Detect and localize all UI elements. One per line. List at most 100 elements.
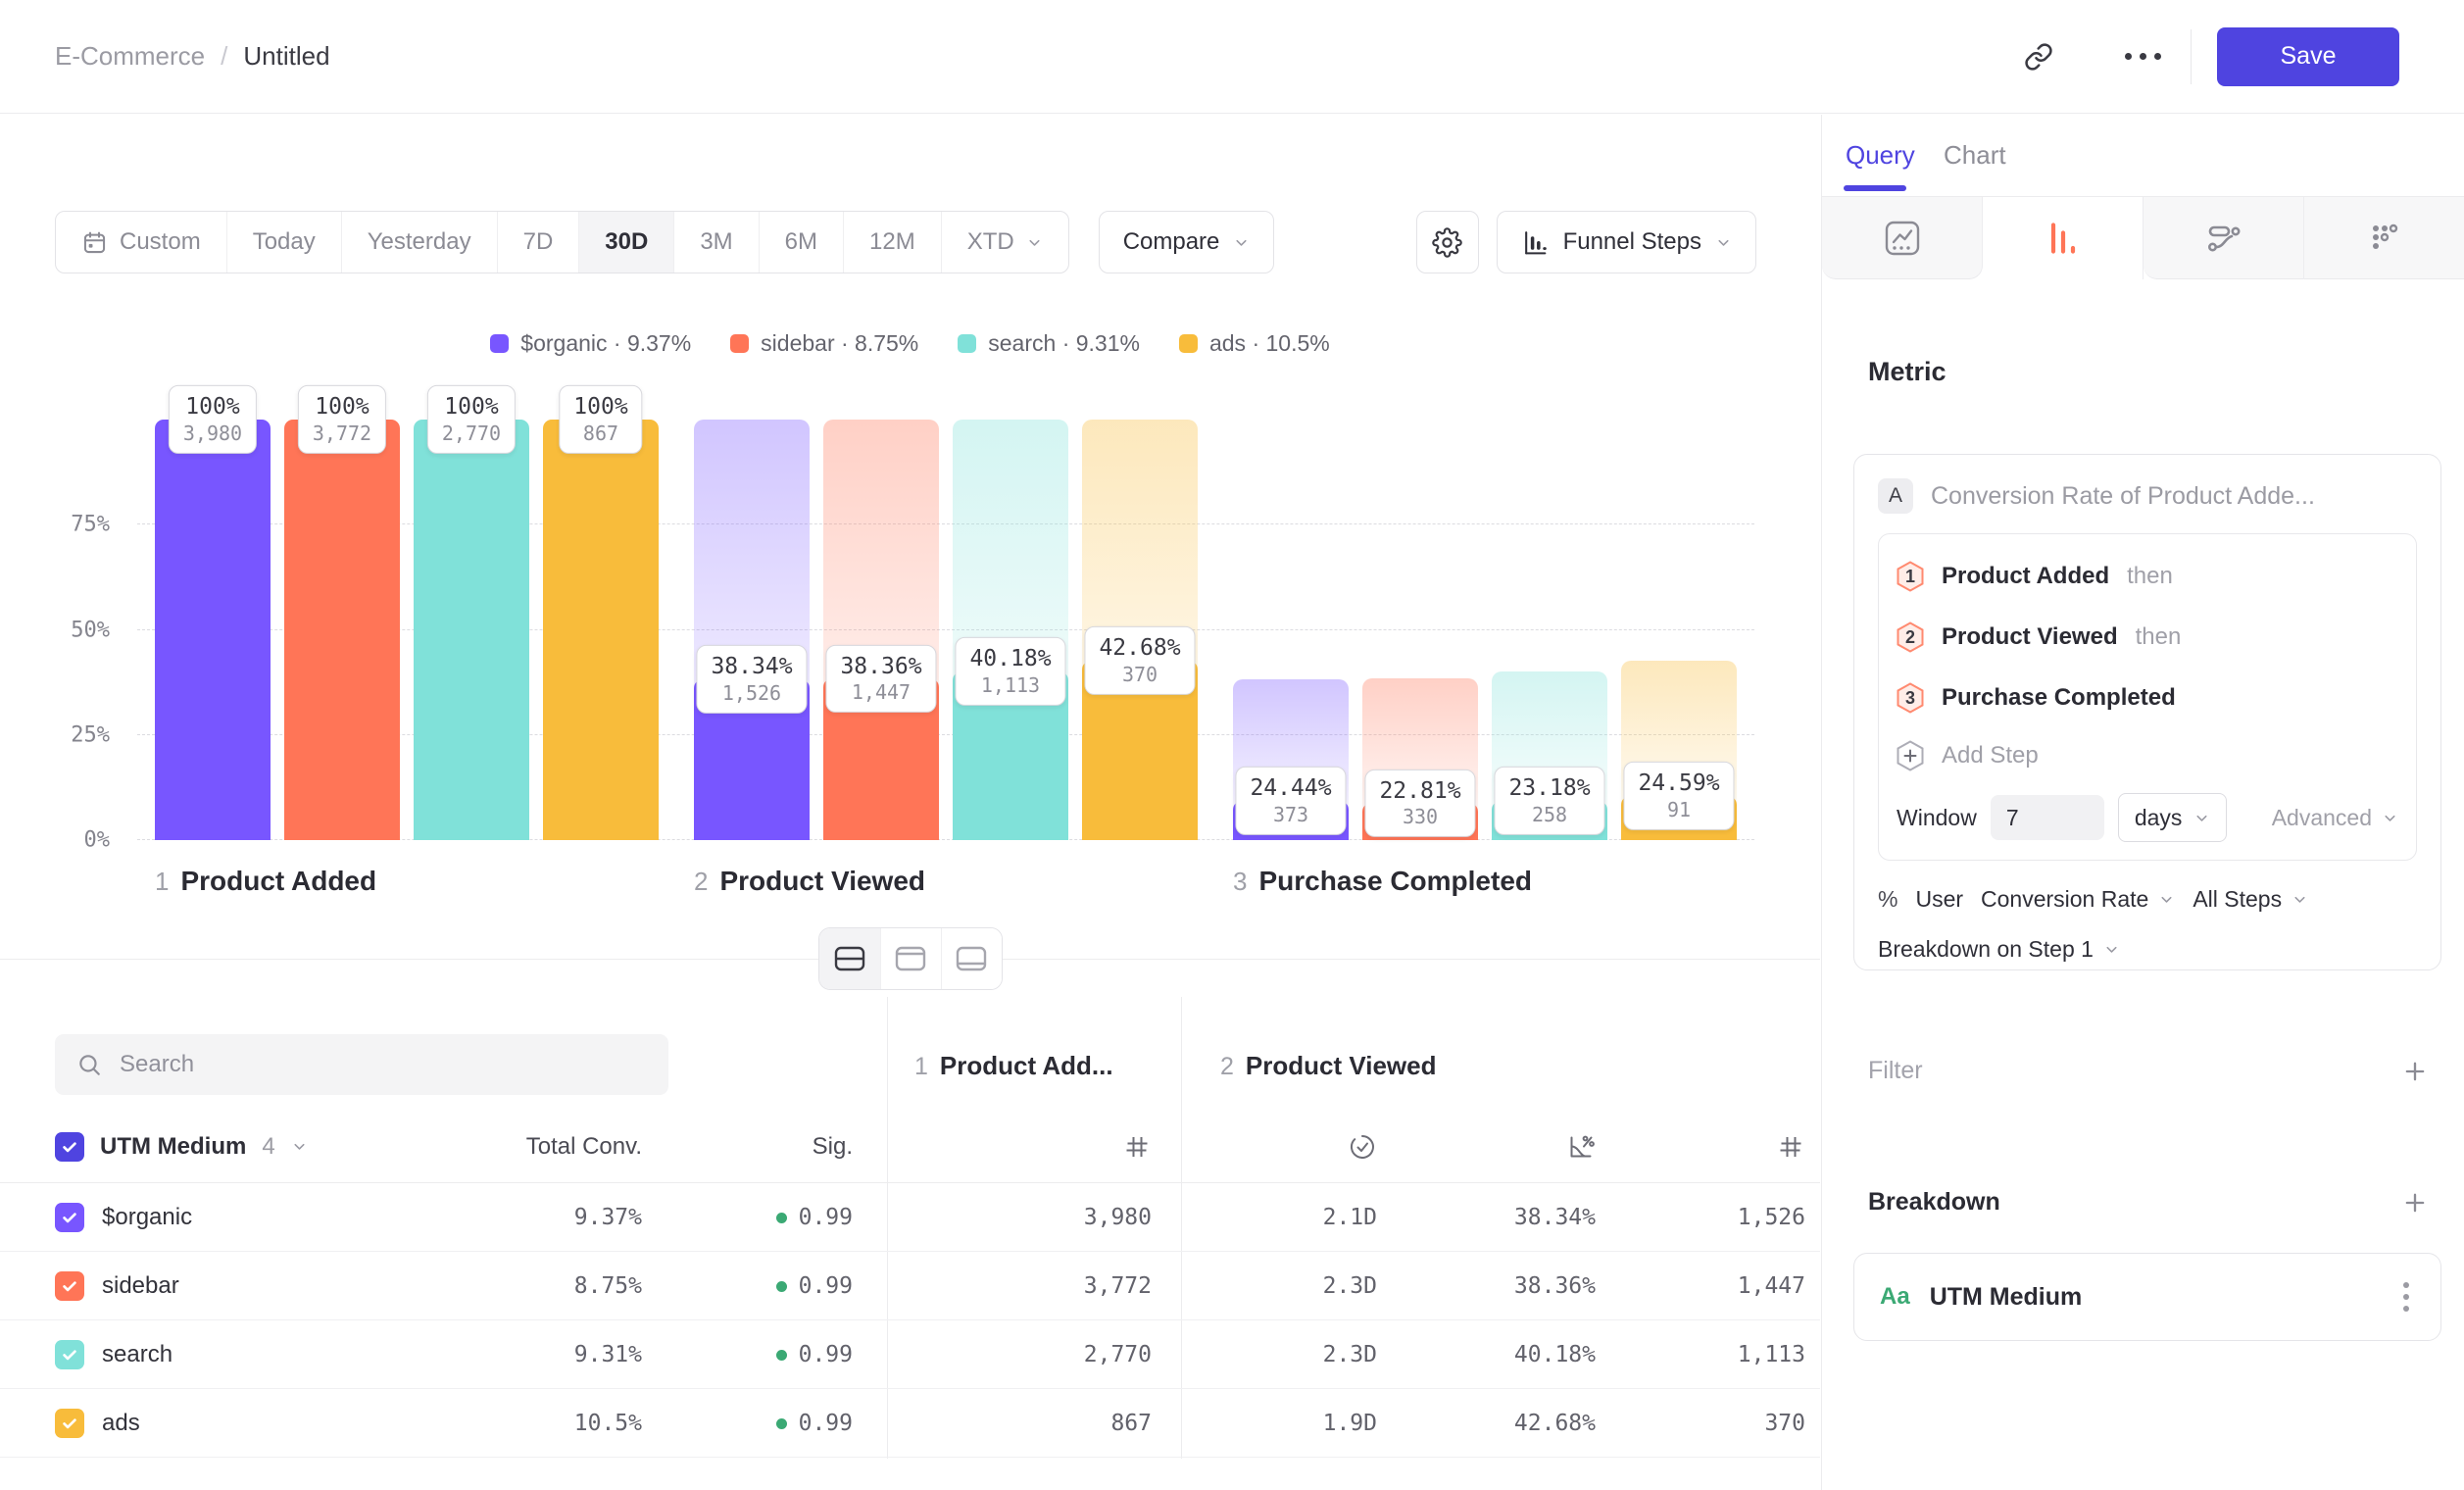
- tab-insights[interactable]: [1822, 197, 1983, 279]
- table-row-ads[interactable]: ads0.9910.5%8671.9D42.68%370: [0, 1389, 1820, 1458]
- bar-pct: 100%: [573, 393, 627, 422]
- avg-time-metric-icon[interactable]: [1348, 1132, 1377, 1162]
- tab-flows[interactable]: [2144, 197, 2304, 279]
- bar-count: 330: [1379, 805, 1460, 829]
- funnels-icon: [2041, 216, 2086, 261]
- metric-section-heading: Metric: [1868, 357, 1947, 387]
- query-step-2[interactable]: 2Product Viewedthen: [1897, 607, 2398, 668]
- date-range-label: Custom: [120, 228, 201, 256]
- breakdown-section: Breakdown: [1868, 1188, 2429, 1217]
- tab-chart[interactable]: Chart: [1944, 140, 2006, 171]
- window-unit-dropdown[interactable]: days: [2118, 793, 2228, 842]
- add-step-button[interactable]: Add Step: [1897, 728, 2398, 783]
- bar-organic-step2[interactable]: 38.34%1,526: [694, 420, 810, 840]
- bar-search-step3[interactable]: 23.18%258: [1492, 420, 1607, 840]
- bar-value-label: 38.34%1,526: [696, 645, 807, 714]
- bar-pct: 38.34%: [711, 653, 792, 681]
- date-range-yesterday[interactable]: Yesterday: [342, 212, 498, 273]
- date-range-xtd[interactable]: XTD: [942, 212, 1068, 273]
- breakdown-item-utm-medium[interactable]: Aa UTM Medium: [1853, 1253, 2441, 1341]
- date-range-custom[interactable]: Custom: [56, 212, 227, 273]
- main-area: Custom TodayYesterday7D30D3M 6M 12MXTD Comp…: [0, 115, 1820, 1490]
- metric-type-dropdown[interactable]: Conversion Rate: [1981, 886, 2175, 913]
- table-row-search[interactable]: search0.999.31%2,7702.3D40.18%1,113: [0, 1320, 1820, 1389]
- bar-organic-step3[interactable]: 24.44%373: [1233, 420, 1349, 840]
- tab-retention[interactable]: [2304, 197, 2464, 279]
- add-breakdown-button[interactable]: [2401, 1189, 2429, 1217]
- compare-button[interactable]: Compare: [1099, 211, 1275, 273]
- date-range-7d[interactable]: 7D: [498, 212, 580, 273]
- metric-title-row[interactable]: A Conversion Rate of Product Adde...: [1878, 476, 2417, 516]
- row-checkbox[interactable]: [55, 1340, 84, 1369]
- row-total-conv: 10.5%: [574, 1411, 642, 1436]
- bar-ads-step3[interactable]: 24.59%91: [1621, 420, 1737, 840]
- window-value-input[interactable]: [1991, 795, 2104, 840]
- more-options-icon[interactable]: [2125, 53, 2161, 60]
- advanced-label: Advanced: [2272, 805, 2372, 831]
- tab-query[interactable]: Query: [1846, 140, 1915, 171]
- legend-item-organic[interactable]: $organic · 9.37%: [490, 330, 691, 357]
- row-name: ads: [102, 1410, 140, 1437]
- date-range-3m[interactable]: 3M: [674, 212, 759, 273]
- breakdown-on-dropdown[interactable]: Breakdown on Step 1: [1878, 936, 2417, 963]
- retention-icon: [2362, 216, 2407, 261]
- date-range-today[interactable]: Today: [227, 212, 342, 273]
- bar-sidebar-step1[interactable]: 100%3,772: [284, 420, 400, 840]
- legend-item-search[interactable]: search · 9.31%: [958, 330, 1140, 357]
- solid-bar: [284, 420, 400, 840]
- add-filter-button[interactable]: [2401, 1058, 2429, 1085]
- breadcrumb-workspace[interactable]: E-Commerce: [55, 41, 205, 72]
- sig-header[interactable]: Sig.: [813, 1133, 853, 1161]
- bar-sidebar-step3[interactable]: 22.81%330: [1362, 420, 1478, 840]
- bar-sidebar-step2[interactable]: 38.36%1,447: [823, 420, 939, 840]
- row-checkbox[interactable]: [55, 1203, 84, 1232]
- bar-ads-step2[interactable]: 42.68%370: [1082, 420, 1198, 840]
- chart-settings-button[interactable]: [1416, 211, 1479, 273]
- breakdown-group-header[interactable]: UTM Medium 4: [55, 1132, 308, 1162]
- report-title[interactable]: Untitled: [243, 41, 329, 72]
- row-step2-count: 1,113: [1738, 1342, 1805, 1367]
- legend-item-sidebar[interactable]: sidebar · 8.75%: [730, 330, 918, 357]
- legend-item-ads[interactable]: ads · 10.5%: [1179, 330, 1330, 357]
- table-step1-header[interactable]: 1 Product Add...: [914, 1051, 1113, 1081]
- advanced-dropdown[interactable]: Advanced: [2272, 805, 2398, 831]
- row-checkbox[interactable]: [55, 1409, 84, 1438]
- bar-search-step1[interactable]: 100%2,770: [414, 420, 529, 840]
- table-row-sidebar[interactable]: sidebar0.998.75%3,7722.3D38.36%1,447: [0, 1252, 1820, 1320]
- filter-label: Filter: [1868, 1057, 1923, 1085]
- breakdown-item-menu-icon[interactable]: [2397, 1276, 2415, 1317]
- bar-pct: 100%: [183, 393, 242, 422]
- save-button[interactable]: Save: [2217, 27, 2399, 86]
- step-number-hex-icon: 1: [1897, 561, 1924, 592]
- date-range-30d[interactable]: 30D: [579, 212, 674, 273]
- tab-funnels[interactable]: [1983, 197, 2144, 279]
- entity-selector[interactable]: User: [1915, 886, 1963, 913]
- layout-table-button[interactable]: [941, 928, 1002, 989]
- count-metric-icon[interactable]: [1776, 1132, 1805, 1162]
- row-checkbox[interactable]: [55, 1271, 84, 1301]
- query-step-3[interactable]: 3Purchase Completed: [1897, 668, 2398, 728]
- steps-scope-dropdown[interactable]: All Steps: [2193, 886, 2308, 913]
- legend-label: ads · 10.5%: [1209, 330, 1330, 357]
- date-range-label: 6M: [785, 228, 817, 256]
- layout-chart-button[interactable]: [880, 928, 941, 989]
- date-range-12m[interactable]: 12M: [844, 212, 942, 273]
- query-step-1[interactable]: 1Product Addedthen: [1897, 546, 2398, 607]
- search-input[interactable]: [118, 1050, 647, 1079]
- total-conv-header[interactable]: Total Conv.: [526, 1133, 642, 1161]
- chart-type-button[interactable]: Funnel Steps: [1497, 211, 1756, 273]
- y-axis-tick: 0%: [84, 828, 111, 853]
- bar-ads-step1[interactable]: 100%867: [543, 420, 659, 840]
- count-metric-icon[interactable]: [1122, 1132, 1152, 1162]
- conv-rate-metric-icon[interactable]: [1566, 1132, 1596, 1162]
- bar-organic-step1[interactable]: 100%3,980: [155, 420, 271, 840]
- chart-legend: $organic · 9.37% sidebar · 8.75% search · …: [0, 330, 1820, 357]
- table-row-organic[interactable]: $organic0.999.37%3,9802.1D38.34%1,526: [0, 1183, 1820, 1252]
- share-link-icon[interactable]: [2017, 35, 2060, 78]
- layout-split-button[interactable]: [819, 928, 880, 989]
- bar-search-step2[interactable]: 40.18%1,113: [953, 420, 1068, 840]
- table-step2-header[interactable]: 2 Product Viewed: [1220, 1051, 1436, 1081]
- date-range-6m[interactable]: 6M: [760, 212, 844, 273]
- step-caption-number: 3: [1233, 867, 1247, 897]
- select-all-checkbox[interactable]: [55, 1132, 84, 1162]
